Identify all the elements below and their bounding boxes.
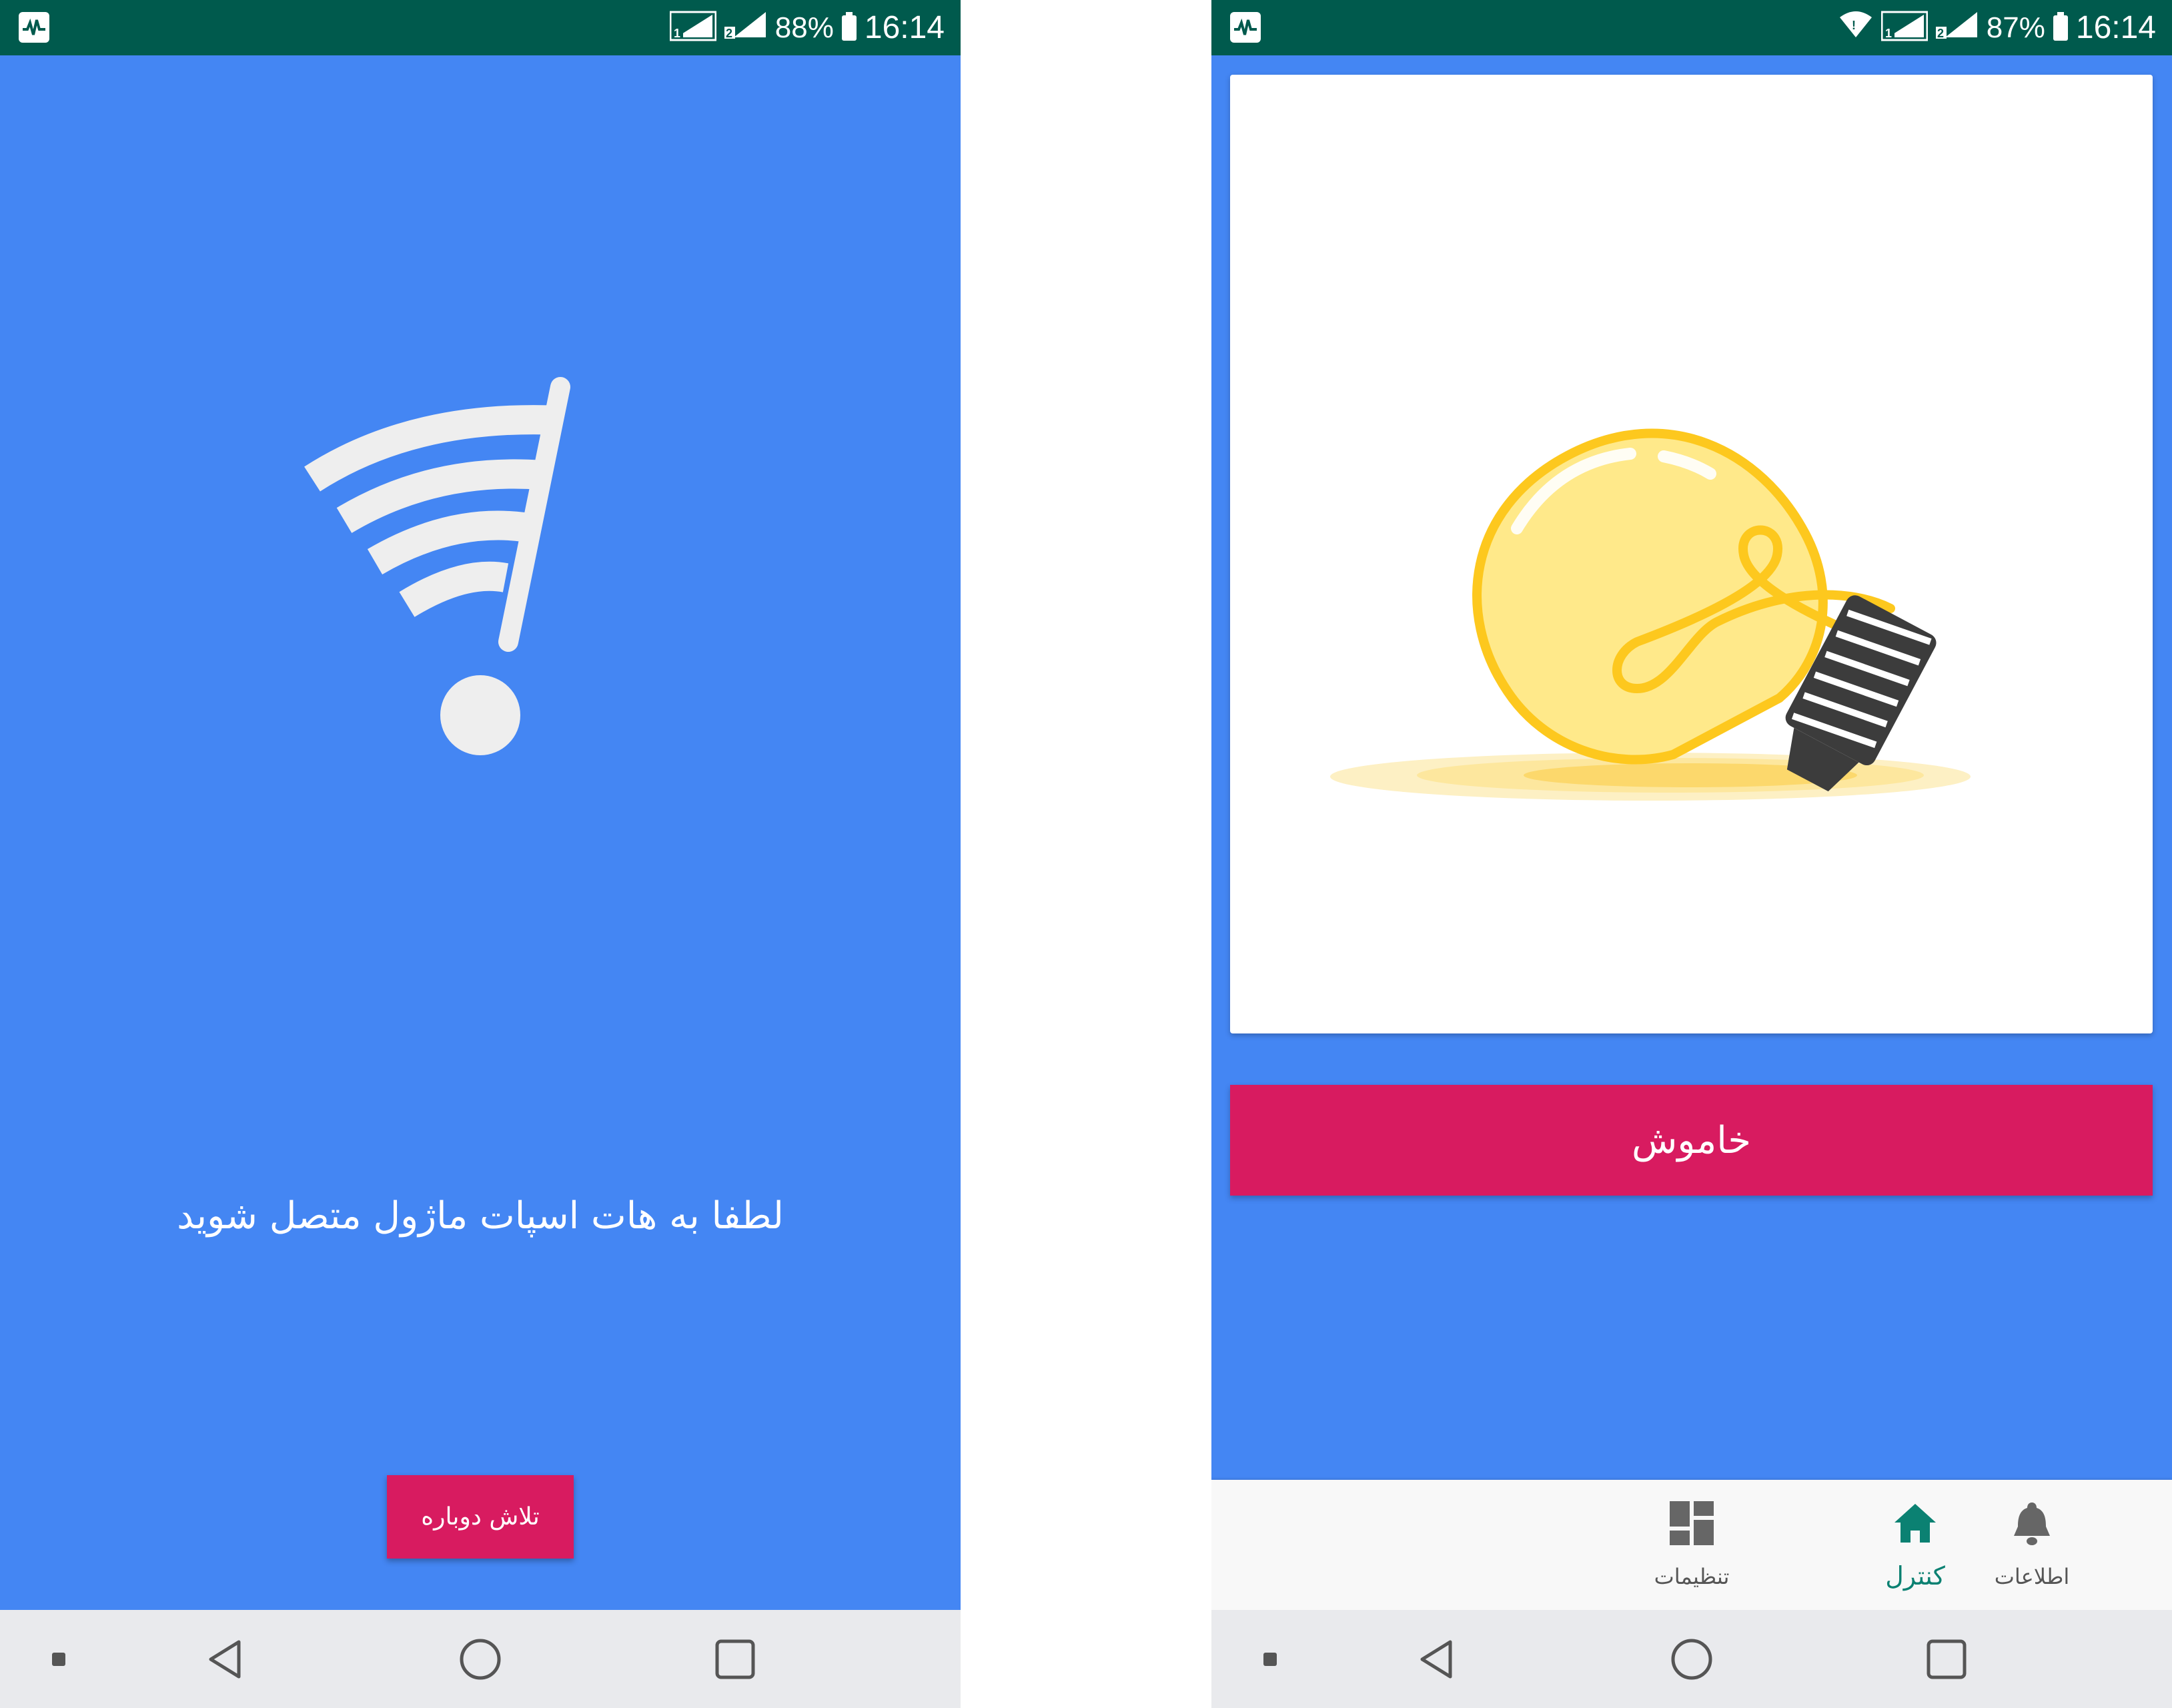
status-time: 16:14 (2075, 10, 2156, 45)
dashboard-icon (1668, 1500, 1715, 1553)
svg-text:2: 2 (726, 27, 732, 40)
bottom-navigation: کنترل تنظیمات اطلاعات (1211, 1480, 2172, 1610)
sim2-signal-icon: 2 (1935, 7, 1979, 49)
back-icon[interactable] (1397, 1610, 1477, 1708)
sim1-signal-icon: 1 (1880, 7, 1929, 49)
connect-hotspot-message: لطفا به هات اسپات ماژول متصل شوید (177, 1194, 784, 1238)
light-bulb-icon (1317, 368, 2024, 891)
wifi-alert-icon (294, 374, 574, 763)
battery-icon (2053, 11, 2068, 41)
recent-dot-icon[interactable] (1230, 1610, 1310, 1708)
nav-item-info[interactable]: اطلاعات (1932, 1480, 2132, 1610)
bell-icon (2009, 1500, 2055, 1553)
svg-text:1: 1 (674, 27, 680, 40)
battery-icon (841, 11, 857, 41)
overview-icon[interactable] (1907, 1610, 1987, 1708)
phone-screen-no-connection: 1 2 88% 16:14 لطفا به هات اسپات ماژول مت… (0, 0, 961, 1708)
nav-item-settings[interactable]: تنظیمات (1592, 1480, 1792, 1610)
home-circle-icon[interactable] (1652, 1610, 1732, 1708)
system-nav-bar (1211, 1610, 2172, 1708)
home-circle-icon[interactable] (440, 1610, 520, 1708)
light-bulb-card[interactable] (1230, 75, 2153, 1033)
battery-percent: 87% (1986, 11, 2045, 44)
battery-percent: 88% (774, 11, 834, 44)
retry-button[interactable]: تلاش دوباره (387, 1475, 574, 1559)
svg-text:1: 1 (1885, 27, 1892, 40)
status-bar: ! 1 2 87% 16:14 (1211, 0, 2172, 55)
sim2-signal-icon: 2 (724, 7, 767, 49)
status-bar: 1 2 88% 16:14 (0, 0, 961, 55)
sim1-signal-icon: 1 (669, 7, 717, 49)
system-nav-bar (0, 1610, 961, 1708)
svg-text:2: 2 (1937, 27, 1944, 40)
app-notification-icon (19, 12, 49, 43)
svg-text:!: ! (1852, 19, 1856, 32)
wifi-status-icon: ! (1838, 9, 1873, 46)
phone-screen-control: ! 1 2 87% 16:14 خاموش کنترل تنظیمات اطلا… (1211, 0, 2172, 1708)
recent-dot-icon[interactable] (19, 1610, 99, 1708)
power-off-button[interactable]: خاموش (1230, 1085, 2153, 1196)
status-time: 16:14 (864, 10, 945, 45)
back-icon[interactable] (185, 1610, 265, 1708)
app-notification-icon (1230, 12, 1261, 43)
overview-icon[interactable] (695, 1610, 775, 1708)
